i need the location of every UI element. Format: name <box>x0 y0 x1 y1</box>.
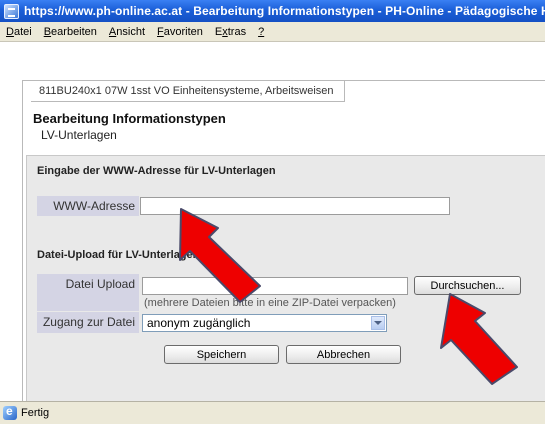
status-bar: Fertig <box>0 401 545 424</box>
upload-section-heading: Datei-Upload für LV-Unterlagen <box>37 249 200 261</box>
menu-favoriten[interactable]: Favoriten <box>151 26 209 38</box>
content-frame: 811BU240x1 07W 1sst VO Einheitensysteme,… <box>22 80 545 403</box>
chevron-down-icon[interactable] <box>371 316 385 330</box>
file-upload-label: Datei Upload <box>37 274 139 311</box>
menu-datei[interactable]: Datei <box>0 26 38 38</box>
access-label: Zugang zur Datei <box>37 312 139 333</box>
window-title: https://www.ph-online.ac.at - Bearbeitun… <box>24 4 545 18</box>
ie-page-icon <box>3 404 17 420</box>
menu-ansicht[interactable]: Ansicht <box>103 26 151 38</box>
menu-bearbeiten[interactable]: Bearbeiten <box>38 26 103 38</box>
access-selected-value: anonym zugänglich <box>147 316 251 330</box>
www-section-heading: Eingabe der WWW-Adresse für LV-Unterlage… <box>37 165 276 177</box>
upload-hint: (mehrere Dateien bitte in eine ZIP-Datei… <box>144 297 396 309</box>
status-text: Fertig <box>21 407 50 419</box>
cancel-button[interactable]: Abbrechen <box>286 345 401 364</box>
browse-button[interactable]: Durchsuchen... <box>414 276 521 295</box>
page-viewport: 811BU240x1 07W 1sst VO Einheitensysteme,… <box>0 42 545 403</box>
page-title: Bearbeitung Informationstypen <box>33 111 226 126</box>
www-address-label: WWW-Adresse <box>37 196 139 216</box>
save-button[interactable]: Speichern <box>164 345 279 364</box>
file-upload-input[interactable] <box>142 277 408 295</box>
page-subtitle: LV-Unterlagen <box>41 128 117 142</box>
window-title-bar[interactable]: https://www.ph-online.ac.at - Bearbeitun… <box>0 0 545 22</box>
course-tab[interactable]: 811BU240x1 07W 1sst VO Einheitensysteme,… <box>31 81 345 102</box>
access-select[interactable]: anonym zugänglich <box>142 314 387 332</box>
form-panel: Eingabe der WWW-Adresse für LV-Unterlage… <box>26 155 545 403</box>
browser-window-icon <box>4 3 19 19</box>
menu-extras[interactable]: Extras <box>209 26 252 38</box>
menu-bar: Datei Bearbeiten Ansicht Favoriten Extra… <box>0 22 545 42</box>
menu-help[interactable]: ? <box>252 26 270 38</box>
www-address-input[interactable] <box>140 197 450 215</box>
